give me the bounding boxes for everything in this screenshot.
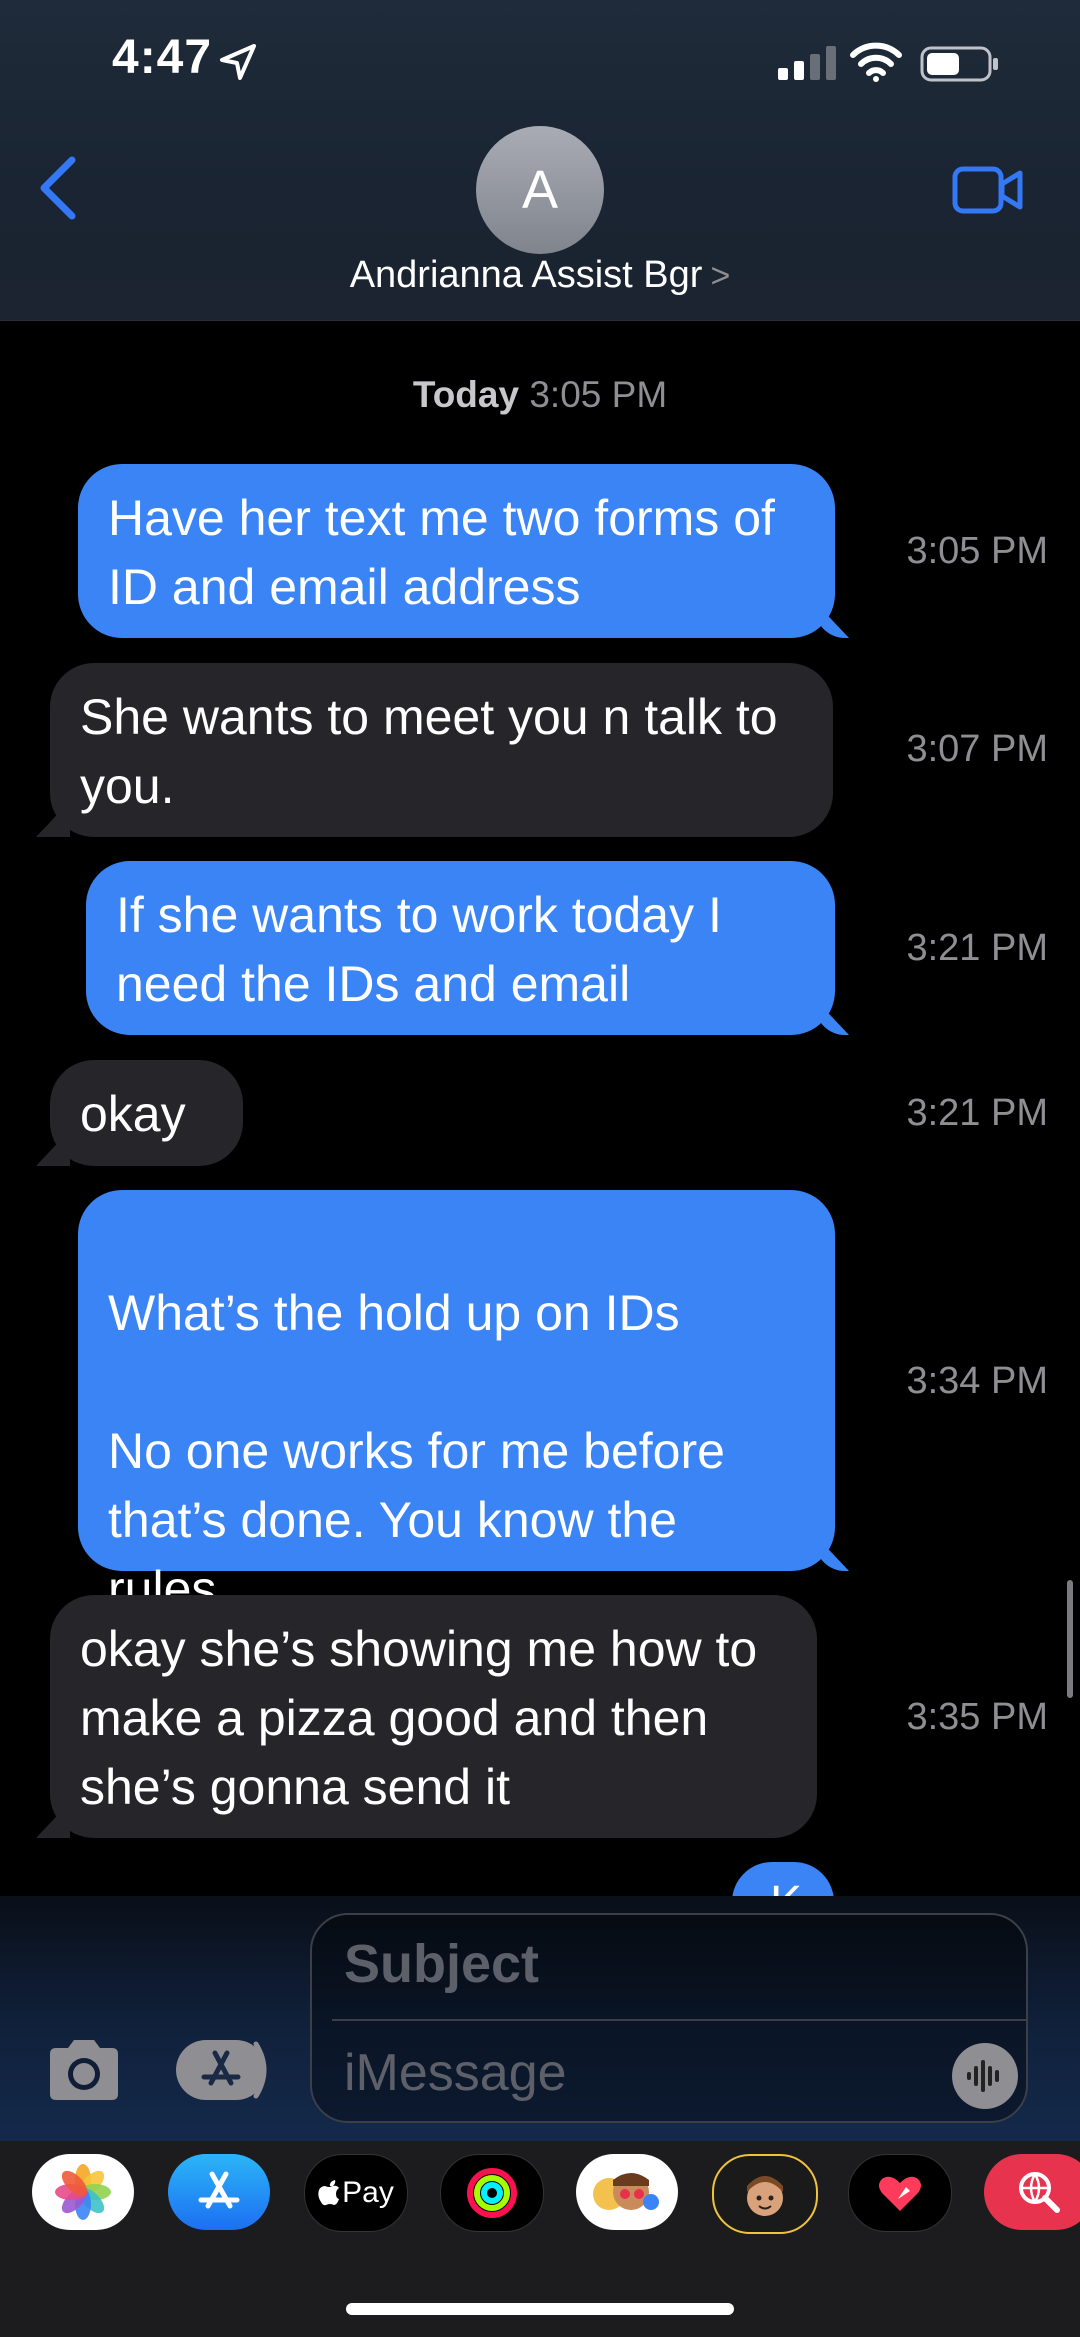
status-time: 4:47 — [112, 31, 213, 84]
message-text: If she wants to work today I need the ID… — [116, 887, 722, 1012]
audio-message-button[interactable] — [952, 2043, 1018, 2109]
battery-icon — [920, 46, 1000, 87]
message-text: What’s the hold up on IDs No one works f… — [108, 1285, 725, 1617]
input-divider — [332, 2019, 1026, 2021]
location-arrow-icon — [218, 42, 258, 87]
message-time: 3:21 PM — [906, 1092, 1048, 1134]
conversation-timestamp: Today 3:05 PM — [0, 374, 1080, 416]
home-indicator[interactable] — [346, 2303, 734, 2315]
contact-avatar[interactable]: A — [476, 126, 604, 254]
search-globe-icon — [1019, 2172, 1060, 2213]
memoji-app-icon[interactable] — [712, 2154, 818, 2234]
message-time: 3:07 PM — [906, 728, 1048, 770]
wifi-icon — [850, 42, 902, 87]
drawer-edge-icon — [253, 2041, 267, 2099]
message-bubble-received[interactable]: okay she’s showing me how to make a pizz… — [50, 1595, 817, 1838]
message-bubble-received[interactable]: She wants to meet you n talk to you. — [50, 663, 833, 837]
subject-field[interactable]: Subject — [344, 1933, 539, 1995]
chevron-right-icon: > — [710, 257, 731, 295]
activity-app-icon[interactable] — [440, 2154, 544, 2232]
app-store-icon — [201, 2050, 241, 2086]
message-text: okay she’s showing me how to make a pizz… — [80, 1621, 758, 1815]
contact-name-link[interactable]: Andrianna Assist Bgr > — [0, 254, 1080, 297]
timestamp-day: Today — [412, 374, 520, 415]
message-bubble-received[interactable]: okay — [50, 1060, 243, 1166]
conversation-header: 4:47 A Andrianna Assist Bgr > — [0, 0, 1080, 321]
message-text: Have her text me two forms of ID and ema… — [108, 490, 775, 615]
timestamp-time: 3:05 PM — [529, 374, 668, 415]
contact-name: Andrianna Assist Bgr — [349, 254, 703, 296]
cellular-signal-icon — [778, 46, 838, 85]
apple-pay-label: Pay — [342, 2176, 394, 2209]
message-text: She wants to meet you n talk to you. — [80, 689, 778, 814]
message-bubble-sent[interactable]: Have her text me two forms of ID and ema… — [78, 464, 835, 638]
message-bubble-sent[interactable]: If she wants to work today I need the ID… — [86, 861, 835, 1035]
message-input[interactable]: Subject iMessage — [310, 1913, 1028, 2123]
camera-icon[interactable] — [44, 2038, 124, 2107]
message-time: 3:35 PM — [906, 1696, 1048, 1738]
memoji-stickers-app-icon[interactable] — [576, 2154, 678, 2230]
apple-pay-app-icon[interactable]: Pay — [304, 2154, 408, 2232]
facetime-video-icon[interactable] — [952, 166, 1024, 219]
imessage-field[interactable]: iMessage — [344, 2043, 567, 2103]
back-chevron-icon[interactable] — [36, 156, 80, 225]
web-image-search-app-icon[interactable] — [984, 2154, 1080, 2230]
digital-touch-app-icon[interactable] — [848, 2154, 952, 2232]
message-time: 3:21 PM — [906, 927, 1048, 969]
message-time: 3:05 PM — [906, 530, 1048, 572]
message-bubble-sent[interactable]: What’s the hold up on IDs No one works f… — [78, 1190, 835, 1617]
waveform-icon — [967, 2060, 999, 2092]
message-time: 3:34 PM — [906, 1360, 1048, 1402]
apple-logo-icon — [318, 2180, 340, 2206]
app-store-app-icon[interactable] — [168, 2154, 270, 2230]
scroll-indicator[interactable] — [1067, 1580, 1073, 1698]
photos-app-icon[interactable] — [32, 2154, 134, 2230]
message-text: okay — [80, 1086, 186, 1142]
